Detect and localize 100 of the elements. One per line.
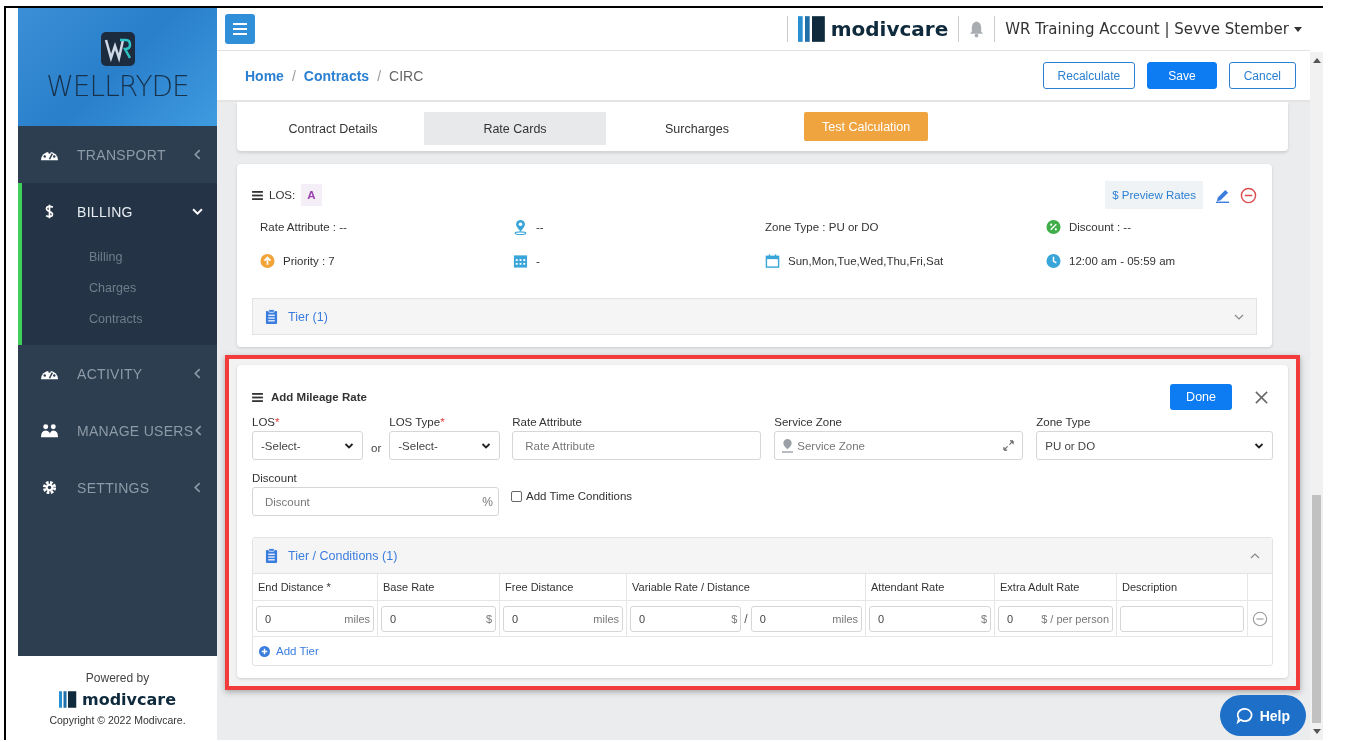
detail-text: -- bbox=[536, 221, 544, 233]
users-icon bbox=[40, 422, 59, 439]
number-field[interactable]: 0 miles bbox=[503, 605, 623, 632]
detail-text: Rate Attribute : -- bbox=[260, 221, 347, 233]
add-tier-link[interactable]: Add Tier bbox=[259, 645, 319, 657]
column-header: Free Distance bbox=[500, 574, 627, 601]
chat-bubble-icon bbox=[1235, 707, 1253, 724]
description-field[interactable] bbox=[1120, 605, 1244, 632]
detail-text: 12:00 am - 05:59 am bbox=[1069, 255, 1176, 267]
brand-name: WELLRYDE bbox=[46, 69, 189, 103]
column-header: Base Rate bbox=[378, 574, 500, 601]
select-field[interactable]: PU or DO bbox=[1036, 431, 1273, 460]
scrollbar[interactable] bbox=[1310, 52, 1323, 740]
field-label: LOS* bbox=[252, 416, 281, 428]
percent-unit: % bbox=[482, 495, 493, 509]
column-header: End Distance * bbox=[253, 574, 378, 601]
column-header: Variable Rate / Distance bbox=[627, 574, 866, 601]
modivcare-logo-icon bbox=[58, 690, 77, 708]
number-field[interactable]: 0 miles bbox=[750, 605, 862, 632]
arrow-up-circle-icon bbox=[260, 253, 275, 269]
breadcrumb-separator: / bbox=[377, 67, 382, 84]
field-label: Service Zone bbox=[774, 416, 843, 428]
field-label: Discount bbox=[252, 472, 298, 484]
clipboard-icon bbox=[265, 309, 278, 324]
remove-icon[interactable] bbox=[1252, 610, 1268, 627]
edit-icon[interactable] bbox=[1215, 187, 1230, 203]
tab[interactable]: Rate Cards bbox=[424, 112, 606, 145]
breadcrumb-link[interactable]: Home bbox=[245, 67, 284, 84]
brand-name: modivcare bbox=[830, 17, 949, 41]
detail-text: - bbox=[536, 255, 540, 267]
done-button[interactable]: Done bbox=[1170, 384, 1232, 410]
detail-text: Zone Type : PU or DO bbox=[765, 221, 879, 233]
menu-button[interactable] bbox=[225, 14, 255, 44]
number-field[interactable]: 0 $ bbox=[381, 605, 496, 632]
text-field[interactable]: Rate Attribute bbox=[512, 431, 762, 460]
action-button[interactable]: Recalculate bbox=[1042, 62, 1136, 89]
clipboard-icon bbox=[265, 548, 278, 563]
action-button[interactable]: Save bbox=[1147, 62, 1217, 89]
plus-circle-icon bbox=[259, 645, 270, 657]
nav-subitem[interactable]: Billing bbox=[22, 242, 217, 273]
detail-text: Sun,Mon,Tue,Wed,Thu,Fri,Sat bbox=[788, 255, 944, 267]
powered-by-text: Powered by bbox=[85, 670, 150, 685]
tier-panel-header[interactable]: Tier (1) bbox=[252, 298, 1257, 335]
modivcare-logo-icon bbox=[797, 16, 826, 42]
field-label: LOS Type* bbox=[389, 416, 446, 428]
scroll-down-icon[interactable] bbox=[1312, 729, 1321, 734]
column-header: Attendant Rate bbox=[866, 574, 995, 601]
checkbox[interactable]: Add Time Conditions bbox=[511, 490, 633, 502]
los-label: LOS: bbox=[269, 189, 296, 201]
expand-icon[interactable] bbox=[1003, 440, 1015, 451]
percent-badge-icon bbox=[1046, 219, 1061, 235]
panel-title: Tier (1) bbox=[288, 309, 328, 324]
breadcrumb-current: CIRC bbox=[389, 67, 424, 84]
menu-icon bbox=[233, 23, 247, 35]
separator-text: / bbox=[744, 611, 748, 626]
brand-name: modivcare bbox=[81, 689, 177, 709]
settings-icon bbox=[40, 479, 59, 496]
select-field[interactable]: -Select- bbox=[252, 431, 363, 460]
select-field[interactable]: -Select- bbox=[389, 431, 501, 460]
scrollbar-thumb[interactable] bbox=[1312, 495, 1321, 723]
caret-icon bbox=[1294, 26, 1302, 32]
drag-handle-icon[interactable] bbox=[252, 190, 263, 200]
field-label: Rate Attribute bbox=[512, 416, 583, 428]
service-zone-field[interactable]: Service Zone bbox=[774, 431, 1024, 460]
location-pin-icon bbox=[781, 438, 795, 453]
number-field[interactable]: 0 $ bbox=[630, 605, 742, 632]
number-field[interactable]: 0 $ / per person bbox=[998, 605, 1113, 632]
breadcrumb-separator: / bbox=[291, 67, 296, 84]
help-button[interactable]: Help bbox=[1219, 695, 1306, 736]
column-header: Extra Adult Rate bbox=[995, 574, 1117, 601]
los-badge: A bbox=[301, 184, 322, 206]
bell-icon[interactable] bbox=[969, 20, 985, 38]
number-field[interactable]: 0 $ bbox=[869, 605, 991, 632]
nav-item[interactable]: MANAGE USERS bbox=[22, 402, 217, 459]
calendar-icon bbox=[765, 253, 780, 269]
nav-subitem[interactable]: Contracts bbox=[22, 304, 217, 335]
nav-subitem[interactable]: Charges bbox=[22, 273, 217, 304]
preview-rates-button[interactable]: $ Preview Rates bbox=[1105, 181, 1203, 209]
remove-icon[interactable] bbox=[1240, 186, 1257, 204]
or-text: or bbox=[371, 442, 382, 454]
field-label: Zone Type bbox=[1036, 416, 1092, 428]
nav-item[interactable]: SETTINGS bbox=[22, 459, 217, 516]
detail-text: Priority : 7 bbox=[283, 255, 335, 267]
form-title: Add Mileage Rate bbox=[271, 391, 367, 403]
location-pin-icon bbox=[513, 219, 528, 235]
nav-item[interactable]: ACTIVITY bbox=[22, 345, 217, 402]
nav-item[interactable]: BILLING bbox=[22, 183, 217, 240]
drag-handle-icon[interactable] bbox=[252, 392, 263, 402]
clock-icon bbox=[1046, 253, 1061, 269]
number-field[interactable]: 0 miles bbox=[256, 605, 374, 632]
column-header: Description bbox=[1117, 574, 1248, 601]
logo-icon bbox=[100, 31, 135, 66]
close-icon[interactable] bbox=[1254, 389, 1269, 405]
scroll-up-icon[interactable] bbox=[1312, 58, 1321, 63]
action-button[interactable]: Cancel bbox=[1228, 62, 1296, 89]
breadcrumb-link[interactable]: Contracts bbox=[303, 67, 370, 84]
copyright-text: Copyright © 2022 Modivcare. bbox=[49, 713, 186, 726]
tier-panel-header[interactable]: Tier / Conditions (1) bbox=[253, 538, 1272, 574]
nav-item[interactable]: TRANSPORT bbox=[22, 126, 217, 183]
account-menu[interactable]: WR Training Account | Sevve Stember bbox=[1005, 20, 1302, 38]
